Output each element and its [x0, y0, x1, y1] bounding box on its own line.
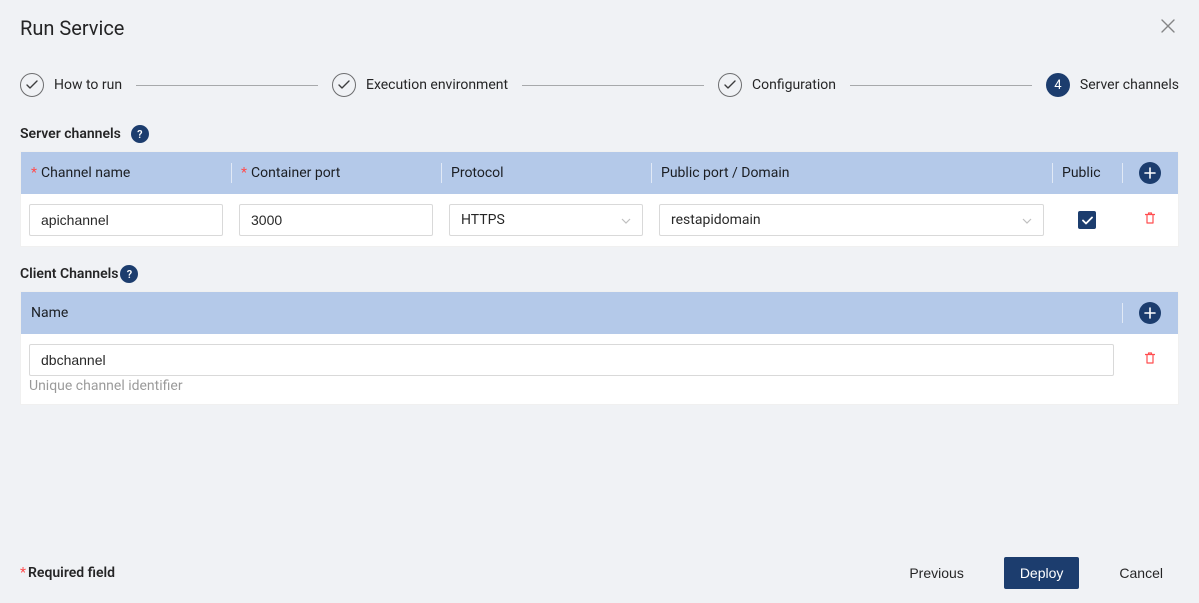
client-channel-name-input[interactable]	[29, 344, 1114, 376]
step-label: Configuration	[752, 77, 836, 93]
col-protocol: Protocol	[441, 152, 651, 194]
client-channels-title: Client Channels	[20, 266, 118, 282]
required-field-note: *Required field	[20, 565, 115, 581]
step-divider	[522, 85, 704, 86]
col-label: Public	[1062, 165, 1101, 181]
chevron-down-icon	[621, 214, 631, 227]
stepper: How to run Execution environment Configu…	[0, 49, 1199, 125]
select-value: restapidomain	[671, 212, 761, 228]
col-label: Channel name	[41, 165, 130, 181]
add-server-channel-button[interactable]	[1139, 162, 1161, 184]
step-divider	[850, 85, 1032, 86]
channel-name-input[interactable]	[29, 204, 223, 236]
select-value: HTTPS	[461, 212, 505, 228]
help-icon[interactable]: ?	[131, 125, 149, 143]
public-checkbox[interactable]	[1078, 211, 1096, 229]
required-star: *	[31, 165, 37, 181]
step-label: How to run	[54, 77, 122, 93]
server-channels-title: Server channels	[20, 126, 121, 142]
client-channel-hint: Unique channel identifier	[21, 376, 1178, 404]
container-port-input[interactable]	[239, 204, 433, 236]
check-icon	[332, 73, 356, 97]
protocol-select[interactable]: HTTPS	[449, 204, 643, 236]
col-public-port-domain: Public port / Domain	[651, 152, 1052, 194]
previous-button[interactable]: Previous	[893, 557, 979, 589]
step-how-to-run[interactable]: How to run	[20, 73, 122, 97]
check-icon	[20, 73, 44, 97]
chevron-down-icon	[1022, 214, 1032, 227]
step-number-icon: 4	[1046, 73, 1070, 97]
step-divider	[136, 85, 318, 86]
col-container-port: * Container port	[231, 152, 441, 194]
required-star: *	[241, 165, 247, 181]
server-channels-table: * Channel name * Container port Protocol…	[20, 151, 1179, 247]
step-server-channels[interactable]: 4 Server channels	[1046, 73, 1179, 97]
col-label: Protocol	[451, 165, 504, 181]
domain-select[interactable]: restapidomain	[659, 204, 1044, 236]
table-row: HTTPS restapidomain	[21, 194, 1178, 246]
step-label: Server channels	[1080, 77, 1179, 93]
col-label: Container port	[251, 165, 340, 181]
delete-icon[interactable]	[1143, 351, 1157, 369]
help-icon[interactable]: ?	[120, 265, 138, 283]
step-label: Execution environment	[366, 77, 508, 93]
client-channels-table: Name Unique channel identifier	[20, 291, 1179, 405]
delete-icon[interactable]	[1143, 211, 1157, 229]
col-label: Name	[31, 305, 68, 321]
col-add	[1122, 292, 1178, 334]
col-name: Name	[21, 292, 1122, 334]
col-public: Public	[1052, 152, 1122, 194]
cancel-button[interactable]: Cancel	[1103, 557, 1179, 589]
table-row	[21, 334, 1178, 376]
col-add	[1122, 152, 1178, 194]
check-icon	[718, 73, 742, 97]
step-execution-environment[interactable]: Execution environment	[332, 73, 508, 97]
col-channel-name: * Channel name	[21, 152, 231, 194]
col-label: Public port / Domain	[661, 165, 789, 181]
required-field-label: Required field	[28, 565, 115, 581]
add-client-channel-button[interactable]	[1139, 302, 1161, 324]
deploy-button[interactable]: Deploy	[1004, 557, 1080, 589]
step-configuration[interactable]: Configuration	[718, 73, 836, 97]
close-icon[interactable]	[1157, 14, 1179, 41]
required-star: *	[20, 565, 26, 581]
dialog-title: Run Service	[20, 16, 124, 40]
